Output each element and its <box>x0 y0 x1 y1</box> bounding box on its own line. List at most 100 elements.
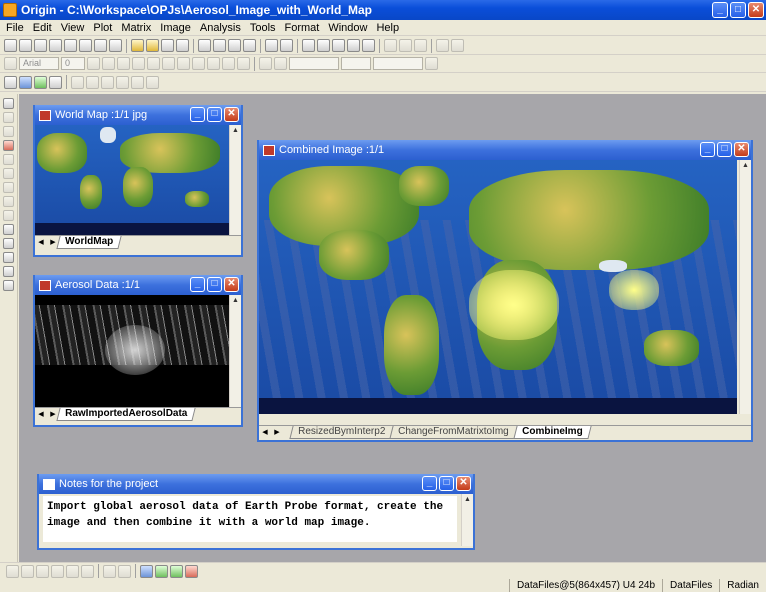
save-icon[interactable] <box>161 39 174 52</box>
image-profile-icon[interactable] <box>49 75 62 89</box>
font-select[interactable]: Arial <box>19 57 59 70</box>
cut-icon[interactable] <box>384 39 397 52</box>
rotate-icon[interactable] <box>116 75 129 89</box>
crop-icon[interactable] <box>101 75 114 89</box>
arrow-tool-icon[interactable] <box>3 238 14 249</box>
tab-changefrommatrixtoimg[interactable]: ChangeFromMatrixtoImg <box>389 426 518 439</box>
maximize-button[interactable]: □ <box>207 277 222 292</box>
pointer-tool-icon[interactable] <box>3 98 14 109</box>
menu-matrix[interactable]: Matrix <box>118 22 157 34</box>
tab-resizedbyminterp2[interactable]: ResizedBymInterp2 <box>289 426 394 439</box>
menu-file[interactable]: File <box>3 22 30 34</box>
results-log-icon[interactable] <box>317 39 330 52</box>
combined-image-window[interactable]: Combined Image :1/1 _ □ ✕ ▲ ◀ ▶ ResizedB… <box>257 140 753 442</box>
surface-plot-icon[interactable] <box>118 564 131 578</box>
tab-prev-icon[interactable]: ◀ <box>35 237 47 249</box>
menu-image[interactable]: Image <box>157 22 197 34</box>
new-project-icon[interactable] <box>4 39 17 52</box>
line-symbol-icon[interactable] <box>36 564 49 578</box>
draw-data-icon[interactable] <box>3 182 14 193</box>
pie-plot-icon[interactable] <box>81 564 94 578</box>
menu-view[interactable]: View <box>58 22 91 34</box>
mask-icon[interactable] <box>86 75 99 89</box>
add-layer-icon[interactable] <box>436 39 449 52</box>
zoom-out-tool-icon[interactable] <box>3 126 14 137</box>
pattern-icon[interactable] <box>425 57 438 70</box>
curved-arrow-icon[interactable] <box>3 252 14 263</box>
merge-icon[interactable] <box>451 39 464 52</box>
app-titlebar[interactable]: Origin - C:\Workspace\OPJs\Aerosol_Image… <box>0 0 766 20</box>
line-plot-icon[interactable] <box>6 564 19 578</box>
save-template-icon[interactable] <box>176 39 189 52</box>
align-center-icon[interactable] <box>222 57 235 70</box>
menu-help[interactable]: Help <box>373 22 405 34</box>
scroll-up-icon[interactable]: ▲ <box>230 125 241 136</box>
tab-combineimg[interactable]: CombineImg <box>513 426 592 439</box>
close-button[interactable]: ✕ <box>748 2 764 18</box>
refresh-icon[interactable] <box>265 39 278 52</box>
close-button[interactable]: ✕ <box>224 107 239 122</box>
color-picker-icon[interactable] <box>19 75 32 89</box>
maximize-button[interactable]: □ <box>439 476 454 491</box>
notes-window[interactable]: Notes for the project _ □ ✕ Import globa… <box>37 474 475 550</box>
maximize-button[interactable]: □ <box>717 142 732 157</box>
resize-icon[interactable] <box>146 75 159 89</box>
tab-prev-icon[interactable]: ◀ <box>35 409 47 421</box>
image-tool-icon[interactable] <box>4 75 17 89</box>
import-ascii-icon[interactable] <box>198 39 211 52</box>
minimize-button[interactable]: _ <box>422 476 437 491</box>
copy-icon[interactable] <box>399 39 412 52</box>
new-notes-icon[interactable] <box>109 39 122 52</box>
mask-points-icon[interactable] <box>3 210 14 221</box>
import-multiple-icon[interactable] <box>213 39 226 52</box>
underline-icon[interactable] <box>117 57 130 70</box>
close-button[interactable]: ✕ <box>734 142 749 157</box>
code-builder-icon[interactable] <box>347 39 360 52</box>
new-excel-icon[interactable] <box>79 39 92 52</box>
status-angle-unit[interactable]: Radian <box>719 579 766 592</box>
maximize-button[interactable]: □ <box>207 107 222 122</box>
fill-color-icon[interactable] <box>259 57 272 70</box>
superscript-icon[interactable] <box>132 57 145 70</box>
menu-plot[interactable]: Plot <box>90 22 118 34</box>
scroll-up-icon[interactable]: ▲ <box>740 160 751 171</box>
menu-edit[interactable]: Edit <box>30 22 58 34</box>
script-window-icon[interactable] <box>332 39 345 52</box>
menu-tools[interactable]: Tools <box>247 22 282 34</box>
vertical-scrollbar[interactable]: ▲ <box>229 295 241 407</box>
image-mode-icon[interactable] <box>34 75 47 89</box>
color-map-icon[interactable] <box>185 564 198 578</box>
scroll-up-icon[interactable]: ▲ <box>230 295 241 306</box>
new-matrix-icon[interactable] <box>49 39 62 52</box>
world-map-window[interactable]: World Map :1/1 jpg _ □ ✕ ▲ ◀ ▶ WorldMap <box>33 105 243 257</box>
image-plot-icon[interactable] <box>140 564 153 578</box>
screen-reader-icon[interactable] <box>3 140 14 151</box>
column-plot-icon[interactable] <box>51 564 64 578</box>
data-selector-icon[interactable] <box>3 168 14 179</box>
menu-window[interactable]: Window <box>325 22 373 34</box>
notes-text[interactable]: Import global aerosol data of Earth Prob… <box>43 496 457 542</box>
close-button[interactable]: ✕ <box>224 277 239 292</box>
print-icon[interactable] <box>243 39 256 52</box>
italic-icon[interactable] <box>102 57 115 70</box>
origin-app-icon[interactable] <box>3 3 17 17</box>
align-left-icon[interactable] <box>207 57 220 70</box>
aerosol-titlebar[interactable]: Aerosol Data :1/1 _ □ ✕ <box>35 275 241 295</box>
flip-icon[interactable] <box>131 75 144 89</box>
font-color-icon[interactable] <box>237 57 250 70</box>
aerosol-data-window[interactable]: Aerosol Data :1/1 _ □ ✕ ▲ ◀ ▶ RawImporte… <box>33 275 243 427</box>
rectangle-tool-icon[interactable] <box>3 280 14 291</box>
image-view-icon[interactable] <box>170 564 183 578</box>
close-button[interactable]: ✕ <box>456 476 471 491</box>
open-template-icon[interactable] <box>146 39 159 52</box>
notes-titlebar[interactable]: Notes for the project _ □ ✕ <box>39 474 473 494</box>
font-icon[interactable] <box>4 57 17 70</box>
new-layout-icon[interactable] <box>94 39 107 52</box>
font-size-select[interactable]: 0 <box>61 57 85 70</box>
contour-plot-icon[interactable] <box>103 564 116 578</box>
line-style-select[interactable] <box>289 57 339 70</box>
scatter-plot-icon[interactable] <box>21 564 34 578</box>
border-select[interactable] <box>373 57 423 70</box>
zoom-in-tool-icon[interactable] <box>3 112 14 123</box>
profile-plot-icon[interactable] <box>155 564 168 578</box>
